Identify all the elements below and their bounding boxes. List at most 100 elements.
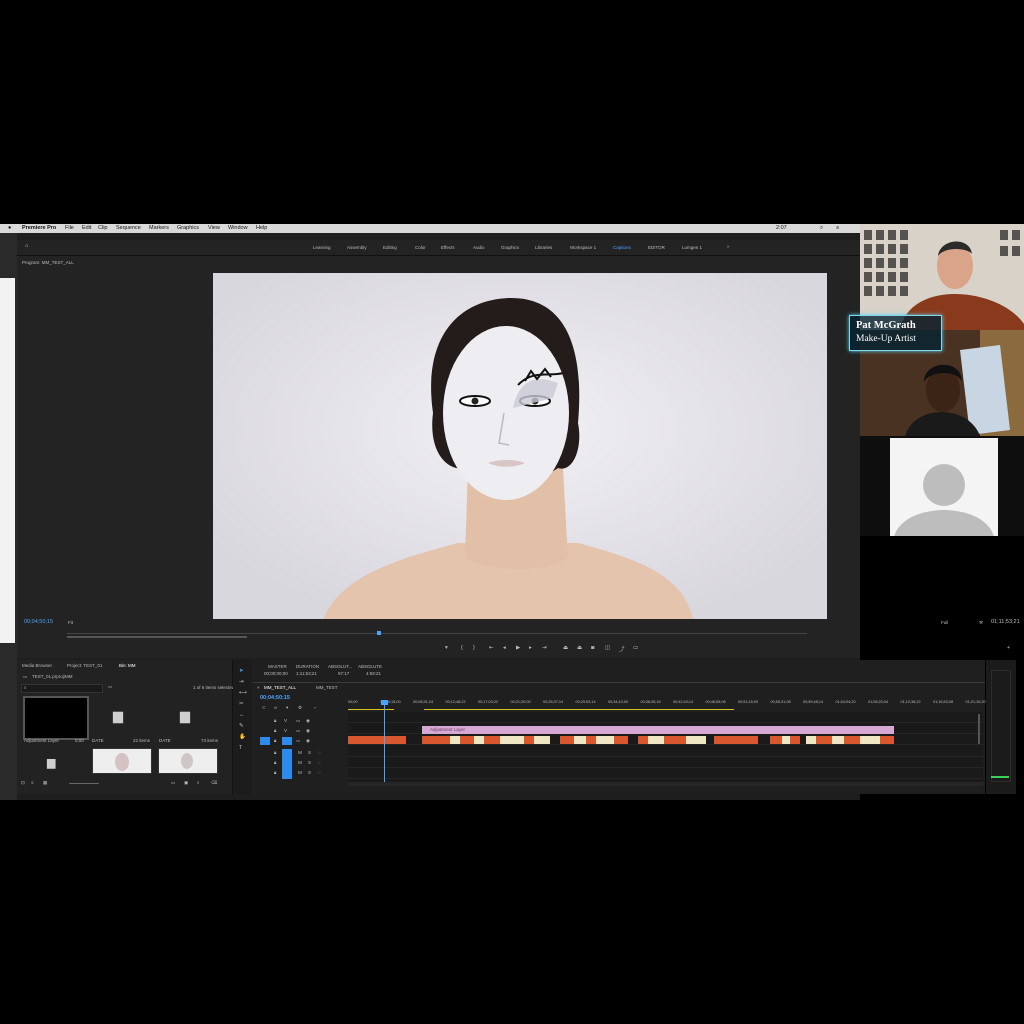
v1-clip[interactable] [664, 736, 687, 744]
lock-icon-v1[interactable]: 🔒︎ [274, 738, 276, 743]
v1-clip[interactable] [560, 736, 575, 744]
type-icon[interactable]: T [239, 745, 242, 751]
workspace-editing[interactable]: Editing [383, 245, 397, 250]
tab-media-browser[interactable]: Media Browser [22, 663, 52, 668]
play-icon[interactable]: ▶ [516, 645, 520, 651]
trash-icon[interactable]: ⌫ [211, 780, 217, 786]
menu-window[interactable]: Window [228, 225, 248, 231]
pen-icon[interactable]: ✎ [239, 723, 244, 729]
workspace-effects[interactable]: Effects [441, 245, 455, 250]
menu-list-icon[interactable]: ≡ [836, 225, 839, 231]
v1-clip[interactable] [596, 736, 615, 744]
lock-icon[interactable]: ⊡ [21, 780, 25, 786]
bin-folder-icon-3[interactable]: ▆ [47, 756, 55, 769]
workspace-audio[interactable]: Audio [473, 245, 485, 250]
snap-icon[interactable]: ⊂ [262, 705, 266, 711]
audio-track-targets[interactable] [282, 749, 292, 779]
captions-icon[interactable]: ⌐ [314, 705, 317, 710]
camera-icon[interactable]: ◙ [591, 645, 594, 651]
menu-clip[interactable]: Clip [98, 225, 107, 231]
v1-clip[interactable] [880, 736, 895, 744]
v1-clip[interactable] [348, 736, 407, 744]
track-a1[interactable] [348, 746, 983, 757]
export-frame-icon[interactable]: ⤴ [619, 645, 625, 653]
timeline-tab-test[interactable]: MM_TEST [316, 685, 338, 690]
new-bin-icon[interactable]: ▭ [108, 684, 112, 690]
workspace-graphics[interactable]: Graphics [501, 245, 519, 250]
thumb-portrait-2[interactable] [158, 748, 218, 774]
v1-clip[interactable] [790, 736, 801, 744]
work-area-bar-2[interactable] [424, 709, 734, 710]
workspace-learning[interactable]: Learning [313, 245, 331, 250]
mute-a1[interactable]: M [298, 750, 302, 755]
mic-a2[interactable]: ◌ [318, 760, 321, 765]
mute-a3[interactable]: M [298, 770, 302, 775]
mark-in-icon-2[interactable]: { [461, 645, 463, 651]
bin-folder-icon[interactable]: ▆ [113, 708, 123, 724]
thumb-adjustment-layer[interactable] [23, 696, 89, 740]
workspace-lumgen[interactable]: Lumgen 1 [682, 245, 702, 250]
bin-folder-icon-2[interactable]: ▆ [180, 708, 190, 724]
go-to-out-icon[interactable]: ⇥ [542, 645, 547, 651]
tab-bin[interactable]: Bin: MM [119, 663, 136, 668]
extract-icon[interactable]: ⏏ [577, 645, 582, 651]
lock-icon-a3[interactable]: 🔒︎ [274, 770, 276, 775]
v1-clip[interactable] [484, 736, 501, 744]
timeline-settings-icon[interactable]: ⚙ [298, 705, 302, 711]
workspace-1[interactable]: Workspace 1 [570, 245, 596, 250]
search-icon-footer[interactable]: ⌕ [197, 780, 200, 785]
close-icon[interactable]: × [257, 685, 260, 690]
selection-tool-icon[interactable]: ➤ [239, 668, 244, 674]
ripple-edit-icon[interactable]: ⟷ [239, 690, 247, 696]
search-icon[interactable]: ⌕ [820, 225, 823, 232]
track-a3[interactable] [348, 768, 983, 779]
quality-dropdown[interactable]: Full [941, 620, 948, 625]
lock-icon-v2[interactable]: 🔒︎ [274, 728, 276, 733]
program-timecode[interactable]: 00;04;50;15 [24, 619, 53, 625]
solo-a2[interactable]: S [308, 760, 311, 765]
step-forward-icon[interactable]: ▸ [529, 645, 532, 651]
solo-a1[interactable]: S [308, 750, 311, 755]
workspace-editor[interactable]: EDITOR [648, 245, 665, 250]
menu-help[interactable]: Help [256, 225, 267, 231]
slip-icon[interactable]: ↔ [239, 712, 245, 718]
eye-icon-v2[interactable]: ◉ [306, 728, 310, 734]
toggle-output-icon-v2[interactable]: ▭ [296, 728, 300, 734]
razor-icon[interactable]: ✂ [239, 701, 244, 707]
hand-icon[interactable]: ✋ [239, 734, 246, 740]
scrub-playhead[interactable] [377, 631, 381, 635]
menu-graphics[interactable]: Graphics [177, 225, 199, 231]
v1-clip[interactable] [816, 736, 833, 744]
home-icon[interactable]: ⌂ [25, 243, 28, 249]
playhead-handle[interactable] [381, 700, 388, 705]
v1-clip[interactable] [460, 736, 475, 744]
search-input[interactable]: ⌕ [21, 684, 103, 693]
adjustment-layer-clip[interactable]: Adjustment Layer [422, 726, 894, 734]
thumbnail-size-slider[interactable] [69, 783, 99, 784]
v1-clip[interactable] [422, 736, 451, 744]
comparison-icon[interactable]: ◫ [605, 645, 610, 651]
v1-clip[interactable] [648, 736, 665, 744]
add-button-icon[interactable]: + [1007, 645, 1010, 651]
workspace-libraries[interactable]: Libraries [535, 245, 552, 250]
track-select-icon[interactable]: ⇥ [239, 679, 244, 685]
linked-selection-icon[interactable]: ∞ [274, 705, 277, 710]
step-back-icon[interactable]: ◂ [503, 645, 506, 651]
eye-icon-v1[interactable]: ◉ [306, 738, 310, 744]
menu-markers[interactable]: Markers [149, 225, 169, 231]
v1-track-target[interactable] [282, 737, 292, 745]
v1-clip[interactable] [844, 736, 861, 744]
track-v3[interactable] [348, 712, 983, 723]
workspace-assembly[interactable]: Assembly [347, 245, 367, 250]
list-view-icon[interactable]: ≡ [31, 780, 34, 785]
menu-view[interactable]: View [208, 225, 220, 231]
v1-clip[interactable] [614, 736, 629, 744]
apple-icon[interactable]: ● [8, 225, 11, 231]
workspace-captions[interactable]: Captions [613, 245, 631, 250]
mute-a2[interactable]: M [298, 760, 302, 765]
toggle-output-icon[interactable]: ▭ [296, 718, 300, 724]
menu-sequence[interactable]: Sequence [116, 225, 141, 231]
timeline-playhead[interactable] [384, 700, 385, 782]
workspace-color[interactable]: Color [415, 245, 426, 250]
timeline-timecode[interactable]: 00;04;50;15 [260, 695, 290, 701]
